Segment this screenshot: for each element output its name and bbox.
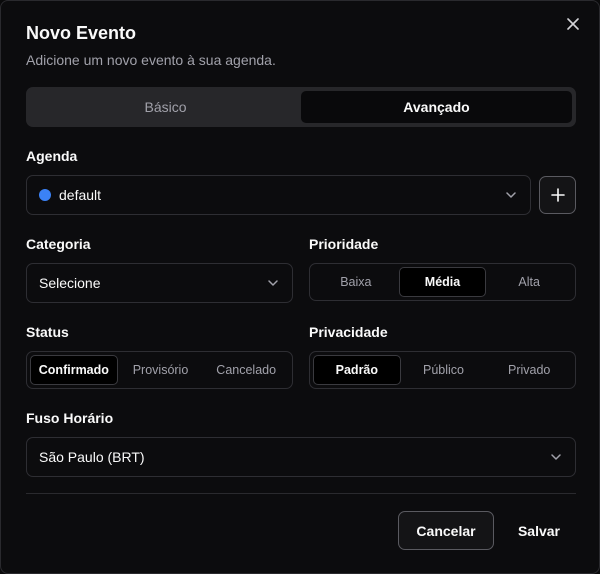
privacidade-label: Privacidade	[309, 324, 388, 340]
categoria-select[interactable]: Selecione	[26, 263, 293, 303]
privacidade-padrao[interactable]: Padrão	[313, 355, 401, 385]
prioridade-alta[interactable]: Alta	[486, 267, 572, 297]
prioridade-segmented: Baixa Média Alta	[309, 263, 576, 301]
chevron-down-icon	[268, 280, 278, 286]
privacidade-segmented: Padrão Público Privado	[309, 351, 576, 389]
categoria-label: Categoria	[26, 236, 91, 252]
new-event-dialog: Novo Evento Adicione um novo evento à su…	[0, 0, 600, 574]
add-agenda-button[interactable]	[539, 176, 576, 214]
agenda-color-dot	[39, 189, 51, 201]
status-segmented: Confirmado Provisório Cancelado	[26, 351, 293, 389]
prioridade-media[interactable]: Média	[398, 267, 487, 297]
agenda-select[interactable]: default	[26, 175, 531, 215]
status-cancelado[interactable]: Cancelado	[203, 355, 289, 385]
dialog-subtitle: Adicione um novo evento à sua agenda.	[26, 52, 276, 68]
footer-divider	[26, 493, 576, 494]
status-confirmado[interactable]: Confirmado	[30, 355, 118, 385]
privacidade-privado[interactable]: Privado	[486, 355, 572, 385]
agenda-value: default	[59, 187, 102, 203]
dialog-title: Novo Evento	[26, 23, 137, 43]
privacidade-publico[interactable]: Público	[401, 355, 487, 385]
tab-basico[interactable]: Básico	[30, 91, 301, 123]
cancel-button[interactable]: Cancelar	[398, 511, 494, 550]
status-label: Status	[26, 324, 69, 340]
prioridade-baixa[interactable]: Baixa	[313, 267, 399, 297]
plus-icon	[550, 188, 565, 202]
save-button[interactable]: Salvar	[503, 511, 575, 550]
prioridade-label: Prioridade	[309, 236, 379, 252]
fuso-select[interactable]: São Paulo (BRT)	[26, 437, 576, 477]
status-provisorio[interactable]: Provisório	[118, 355, 204, 385]
fuso-value: São Paulo (BRT)	[39, 449, 145, 465]
close-button[interactable]	[565, 16, 581, 32]
tab-avancado[interactable]: Avançado	[301, 91, 572, 123]
tab-list: Básico Avançado	[26, 87, 576, 127]
fuso-label: Fuso Horário	[26, 410, 114, 426]
chevron-down-icon	[506, 192, 516, 198]
agenda-label: Agenda	[26, 148, 78, 164]
close-icon	[567, 18, 579, 30]
chevron-down-icon	[551, 454, 561, 460]
categoria-value: Selecione	[39, 275, 101, 291]
